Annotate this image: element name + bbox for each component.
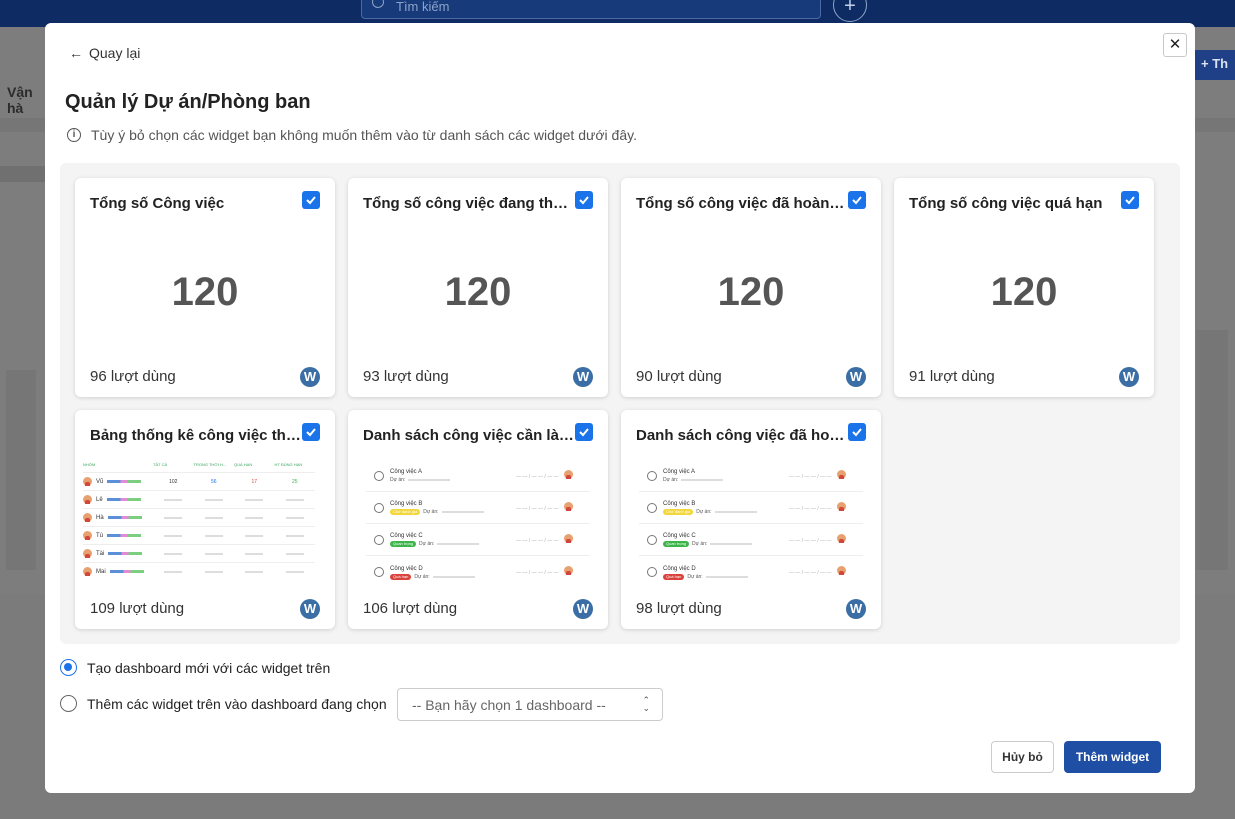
avatar <box>83 567 92 576</box>
widget-checkbox[interactable] <box>575 191 593 209</box>
avatar <box>564 534 573 543</box>
widget-usage: 91 lượt dùng <box>909 368 995 385</box>
info-icon: i <box>67 128 81 142</box>
background-panel <box>6 370 36 570</box>
widget-title: Danh sách công việc cần làm hôm nay <box>363 427 575 444</box>
avatar <box>837 470 846 479</box>
app-logo-icon: W <box>573 367 593 387</box>
widget-card[interactable]: Tổng số công việc đã hoàn thành 120 90 l… <box>621 178 881 397</box>
search-placeholder: Tìm kiếm <box>396 0 450 14</box>
avatar <box>837 566 846 575</box>
widget-value: 120 <box>990 270 1058 314</box>
select-placeholder: -- Bạn hãy chọn 1 dashboard -- <box>412 697 606 713</box>
avatar <box>83 495 92 504</box>
preview-task: Công việc D Quá hạn Dự án: — — / — — / — — <box>639 556 863 588</box>
widget-title: Tổng số Công việc <box>90 195 225 212</box>
widget-checkbox[interactable] <box>848 423 866 441</box>
preview-table-row: Vũ 102 56 17 25 <box>83 472 315 490</box>
avatar <box>83 531 92 540</box>
dashboard-select[interactable]: -- Bạn hãy chọn 1 dashboard -- ⌃ ⌄ <box>397 688 663 721</box>
widget-value: 120 <box>171 270 239 314</box>
widget-card[interactable]: Tổng số công việc đang thực hiện 120 93 … <box>348 178 608 397</box>
background-search-input: Tìm kiếm <box>361 0 821 19</box>
widget-card[interactable]: Tổng số công việc quá hạn 120 91 lượt dù… <box>894 178 1154 397</box>
widget-card[interactable]: Bảng thống kê công việc theo nhóm NHÓM T… <box>75 410 335 629</box>
background-add-button: + Th <box>1195 50 1235 80</box>
preview-task: Công việc C Quan trọng Dự án: — — / — — / … <box>366 524 590 556</box>
add-widget-button[interactable]: Thêm widget <box>1064 741 1161 773</box>
avatar <box>837 534 846 543</box>
preview-table-row: Tài <box>83 544 315 562</box>
hint-text: i Tùy ý bỏ chọn các widget bạn không muố… <box>67 127 637 143</box>
widget-value: 120 <box>444 270 512 314</box>
widget-title: Tổng số công việc đã hoàn thành <box>636 195 848 212</box>
widget-usage: 93 lượt dùng <box>363 368 449 385</box>
option-new-dashboard[interactable]: Tạo dashboard mới với các widget trên <box>60 659 330 676</box>
preview-table-row: Hà <box>83 508 315 526</box>
widget-card[interactable]: Danh sách công việc đã hoàn thành Công v… <box>621 410 881 629</box>
radio-new-dashboard[interactable] <box>60 659 77 676</box>
task-list-preview: Công việc A Dự án: — — / — — / — — Công v… <box>366 460 590 585</box>
search-icon <box>372 0 384 8</box>
preview-task: Công việc B Chờ đánh giá Dự án: — — / — — … <box>366 492 590 524</box>
avatar <box>564 470 573 479</box>
preview-table-header: NHÓM TẤT CẢ TRONG THỜI H... QUÁ HẠN HT Đ… <box>83 462 303 467</box>
avatar <box>83 549 92 558</box>
widget-title: Tổng số công việc đang thực hiện <box>363 195 575 212</box>
widget-checkbox[interactable] <box>302 191 320 209</box>
cancel-button[interactable]: Hủy bỏ <box>991 741 1054 773</box>
app-logo-icon: W <box>846 367 866 387</box>
widget-title: Tổng số công việc quá hạn <box>909 195 1103 212</box>
back-link[interactable]: ← Quay lại <box>69 45 140 61</box>
avatar <box>83 513 92 522</box>
widget-checkbox[interactable] <box>848 191 866 209</box>
stats-table-preview: NHÓM TẤT CẢ TRONG THỜI H... QUÁ HẠN HT Đ… <box>83 462 315 587</box>
background-divider <box>0 166 45 182</box>
preview-task: Công việc B Chờ đánh giá Dự án: — — / — — … <box>639 492 863 524</box>
widget-grid: Tổng số Công việc 120 96 lượt dùng W Tổn… <box>60 163 1180 644</box>
back-label: Quay lại <box>89 45 141 61</box>
app-logo-icon: W <box>300 599 320 619</box>
close-button[interactable]: ✕ <box>1163 33 1187 57</box>
preview-task: Công việc A Dự án: — — / — — / — — <box>639 460 863 492</box>
option-label: Tạo dashboard mới với các widget trên <box>87 659 331 676</box>
avatar <box>83 477 92 486</box>
add-widget-modal: ✕ ← Quay lại Quản lý Dự án/Phòng ban i T… <box>45 23 1195 793</box>
avatar <box>564 502 573 511</box>
widget-card[interactable]: Tổng số Công việc 120 96 lượt dùng W <box>75 178 335 397</box>
widget-usage: 106 lượt dùng <box>363 600 458 617</box>
preview-table-row: Tú <box>83 526 315 544</box>
option-label: Thêm các widget trên vào dashboard đang … <box>87 695 387 712</box>
preview-table-row: Mai <box>83 562 315 580</box>
chevron-updown-icon: ⌃ ⌄ <box>642 695 650 713</box>
widget-checkbox[interactable] <box>1121 191 1139 209</box>
app-logo-icon: W <box>846 599 866 619</box>
app-logo-icon: W <box>300 367 320 387</box>
task-list-preview: Công việc A Dự án: — — / — — / — — Công v… <box>639 460 863 585</box>
widget-title: Bảng thống kê công việc theo nhóm <box>90 427 302 444</box>
widget-title: Danh sách công việc đã hoàn thành <box>636 427 848 444</box>
app-logo-icon: W <box>1119 367 1139 387</box>
background-tab: Vận hà <box>7 84 33 116</box>
avatar <box>837 502 846 511</box>
widget-checkbox[interactable] <box>575 423 593 441</box>
arrow-left-icon: ← <box>69 45 83 61</box>
preview-task: Công việc A Dự án: — — / — — / — — <box>366 460 590 492</box>
widget-value: 120 <box>717 270 785 314</box>
widget-card[interactable]: Danh sách công việc cần làm hôm nay Công… <box>348 410 608 629</box>
preview-task: Công việc D Quá hạn Dự án: — — / — — / — — <box>366 556 590 588</box>
widget-checkbox[interactable] <box>302 423 320 441</box>
widget-usage: 90 lượt dùng <box>636 368 722 385</box>
modal-title: Quản lý Dự án/Phòng ban <box>65 91 311 113</box>
option-existing-dashboard[interactable]: Thêm các widget trên vào dashboard đang … <box>60 695 387 712</box>
avatar <box>564 566 573 575</box>
widget-usage: 109 lượt dùng <box>90 600 185 617</box>
app-logo-icon: W <box>573 599 593 619</box>
background-panel <box>1196 330 1228 570</box>
preview-task: Công việc C Quan trọng Dự án: — — / — — / … <box>639 524 863 556</box>
radio-existing-dashboard[interactable] <box>60 695 77 712</box>
preview-table-row: Lê <box>83 490 315 508</box>
widget-usage: 98 lượt dùng <box>636 600 722 617</box>
widget-usage: 96 lượt dùng <box>90 368 176 385</box>
